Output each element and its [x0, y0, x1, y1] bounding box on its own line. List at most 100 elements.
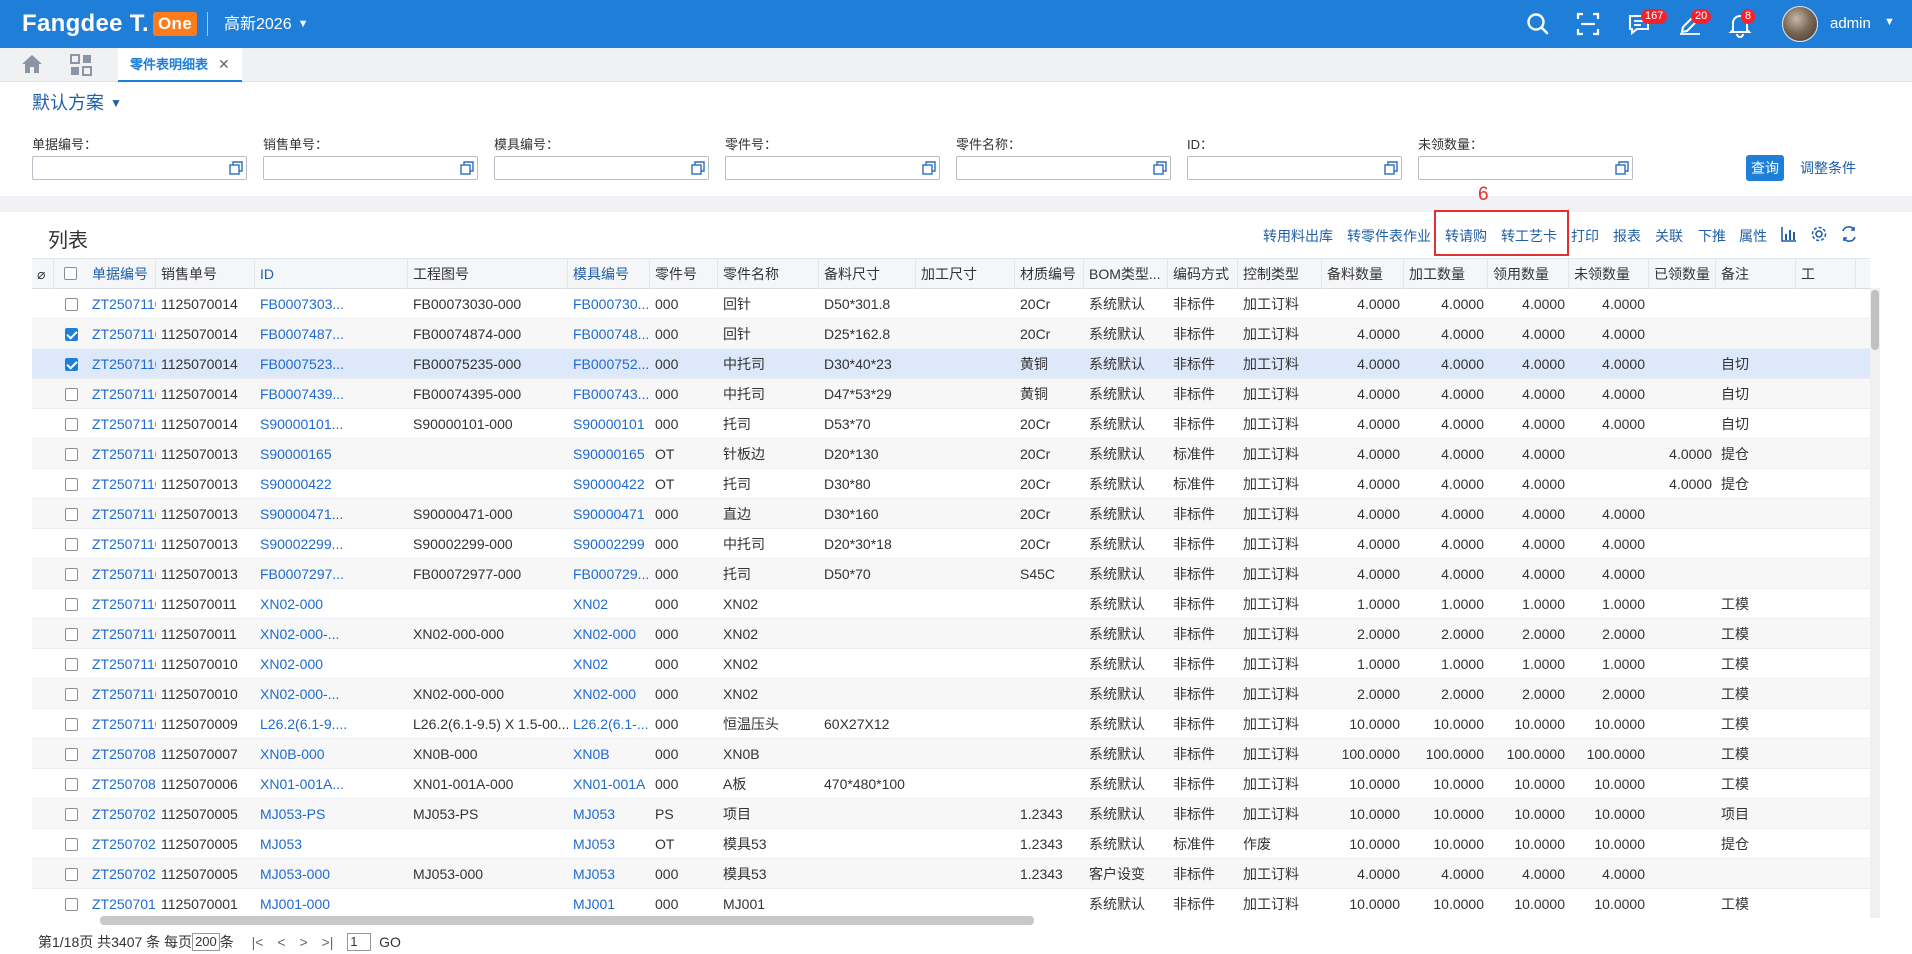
export-icon[interactable]: [1840, 225, 1858, 243]
mold-no-input[interactable]: [494, 156, 709, 180]
cell-id[interactable]: FB0007297...: [255, 559, 408, 589]
cell-doc-no[interactable]: ZT2507080002: [87, 739, 156, 769]
cell-doc-no[interactable]: ZT2507110013: [87, 349, 156, 379]
cell-doc-no[interactable]: ZT2507110006: [87, 439, 156, 469]
cell-mold-no[interactable]: S90000165: [568, 439, 650, 469]
table-row[interactable]: ZT2507110013 1125070014 FB0007523... FB0007…: [32, 349, 1870, 379]
column-header-remark[interactable]: 备注: [1716, 259, 1796, 289]
cell-doc-no[interactable]: ZT2507110004: [87, 589, 156, 619]
table-row[interactable]: ZT2507110005 1125070011 XN02-000-... XN02-0…: [32, 619, 1870, 649]
avatar[interactable]: [1782, 6, 1818, 42]
select-icon[interactable]: [1384, 161, 1398, 175]
page-size-input[interactable]: 200: [192, 933, 220, 951]
edit-icon[interactable]: 20: [1676, 9, 1712, 38]
column-header-mold-no[interactable]: 模具编号: [568, 259, 650, 289]
row-checkbox[interactable]: [65, 688, 78, 701]
column-header-received-qty[interactable]: 已领数量: [1649, 259, 1716, 289]
table-row[interactable]: ZT2507110003 1125070010 XN02-000-... XN02-0…: [32, 679, 1870, 709]
to-material-outbound-button[interactable]: 转用料出库: [1263, 226, 1333, 246]
cell-mold-no[interactable]: FB000729...: [568, 559, 650, 589]
column-header-stock-qty[interactable]: 备料数量: [1322, 259, 1404, 289]
cell-id[interactable]: L26.2(6.1-9....: [255, 709, 408, 739]
cell-id[interactable]: S90000422: [255, 469, 408, 499]
cell-doc-no[interactable]: ZT2507110001: [87, 709, 156, 739]
id-input[interactable]: [1187, 156, 1402, 180]
row-checkbox[interactable]: [65, 628, 78, 641]
scheme-selector[interactable]: 默认方案 ▼: [32, 92, 122, 114]
user-name[interactable]: admin: [1830, 15, 1871, 32]
table-row[interactable]: ZT2507020001 1125070005 MJ053 MJ053 OT 模具53 1.…: [32, 829, 1870, 859]
scrollbar-thumb[interactable]: [1871, 290, 1879, 350]
cell-mold-no[interactable]: MJ053: [568, 799, 650, 829]
adjust-conditions-button[interactable]: 调整条件: [1800, 158, 1856, 178]
row-checkbox[interactable]: [65, 568, 78, 581]
cell-id[interactable]: MJ053-PS: [255, 799, 408, 829]
column-header-part-no[interactable]: 零件号: [650, 259, 718, 289]
properties-button[interactable]: 属性: [1739, 226, 1767, 246]
cell-mold-no[interactable]: FB000748...: [568, 319, 650, 349]
cell-doc-no[interactable]: ZT2507010001: [87, 889, 156, 918]
report-button[interactable]: 报表: [1613, 226, 1641, 246]
table-row[interactable]: ZT2507110007 1125070013 S90000422 S90000422…: [32, 469, 1870, 499]
horizontal-scrollbar[interactable]: [100, 916, 1034, 925]
table-row[interactable]: ZT2507110004 1125070011 XN02-000 XN02 000 XN0…: [32, 589, 1870, 619]
row-checkbox[interactable]: [65, 418, 78, 431]
cell-mold-no[interactable]: L26.2(6.1-...: [568, 709, 650, 739]
cell-mold-no[interactable]: XN02: [568, 589, 650, 619]
cell-id[interactable]: MJ001-000: [255, 889, 408, 918]
table-row[interactable]: ZT2507110006 1125070013 S90000165 S90000165…: [32, 439, 1870, 469]
cell-doc-no[interactable]: ZT2507110007: [87, 469, 156, 499]
column-header-machining-qty[interactable]: 加工数量: [1404, 259, 1488, 289]
cell-id[interactable]: FB0007487...: [255, 319, 408, 349]
chevron-down-icon[interactable]: ▼: [1884, 16, 1895, 28]
sales-no-input[interactable]: [263, 156, 478, 180]
column-header-control-type[interactable]: 控制类型: [1238, 259, 1322, 289]
select-icon[interactable]: [460, 161, 474, 175]
vertical-scrollbar[interactable]: [1870, 288, 1880, 918]
cell-doc-no[interactable]: ZT2507110008: [87, 499, 156, 529]
cell-doc-no[interactable]: ZT2507110005: [87, 619, 156, 649]
cell-doc-no[interactable]: ZT2507110011: [87, 289, 156, 319]
cell-doc-no[interactable]: ZT2507110010: [87, 559, 156, 589]
table-row[interactable]: ZT2507110001 1125070009 L26.2(6.1-9.... L26…: [32, 709, 1870, 739]
cell-doc-no[interactable]: ZT2507020001: [87, 799, 156, 829]
cell-doc-no[interactable]: ZT2507110012: [87, 319, 156, 349]
cell-mold-no[interactable]: XN02-000: [568, 619, 650, 649]
part-no-input[interactable]: [725, 156, 940, 180]
cell-doc-no[interactable]: ZT2507020001: [87, 859, 156, 889]
search-icon[interactable]: [1524, 10, 1552, 38]
cell-doc-no[interactable]: ZT2507110003: [87, 679, 156, 709]
cell-id[interactable]: S90002299...: [255, 529, 408, 559]
row-checkbox[interactable]: [65, 598, 78, 611]
table-row[interactable]: ZT2507110002 1125070010 XN02-000 XN02 000 XN0…: [32, 649, 1870, 679]
column-header-sales-no[interactable]: 销售单号: [156, 259, 255, 289]
doc-no-input[interactable]: [32, 156, 247, 180]
prev-page-button[interactable]: <: [277, 934, 285, 950]
cell-mold-no[interactable]: XN0B: [568, 739, 650, 769]
row-checkbox[interactable]: [65, 298, 78, 311]
cell-id[interactable]: FB0007303...: [255, 289, 408, 319]
cell-id[interactable]: MJ053-000: [255, 859, 408, 889]
cell-doc-no[interactable]: ZT2507020001: [87, 829, 156, 859]
cell-mold-no[interactable]: XN02: [568, 649, 650, 679]
cell-doc-no[interactable]: ZT2507080001: [87, 769, 156, 799]
cell-mold-no[interactable]: FB000752...: [568, 349, 650, 379]
to-parts-job-button[interactable]: 转零件表作业: [1347, 226, 1431, 246]
column-header-code-mode[interactable]: 编码方式: [1168, 259, 1238, 289]
cell-id[interactable]: XN02-000: [255, 649, 408, 679]
row-checkbox[interactable]: [65, 448, 78, 461]
row-checkbox[interactable]: [65, 838, 78, 851]
tab-parts-detail[interactable]: 零件表明细表 ✕: [118, 48, 242, 82]
cell-mold-no[interactable]: S90002299: [568, 529, 650, 559]
cell-id[interactable]: XN02-000-...: [255, 679, 408, 709]
row-checkbox[interactable]: [65, 778, 78, 791]
column-header-claimed-qty[interactable]: 领用数量: [1488, 259, 1569, 289]
select-icon[interactable]: [1615, 161, 1629, 175]
row-checkbox[interactable]: [65, 538, 78, 551]
row-checkbox[interactable]: [65, 388, 78, 401]
cell-mold-no[interactable]: XN02-000: [568, 679, 650, 709]
cell-doc-no[interactable]: ZT2507110015: [87, 409, 156, 439]
table-row[interactable]: ZT2507110011 1125070014 FB0007303... FB0007…: [32, 289, 1870, 319]
cell-mold-no[interactable]: S90000101: [568, 409, 650, 439]
table-row[interactable]: ZT2507080001 1125070006 XN01-001A... XN01-0…: [32, 769, 1870, 799]
